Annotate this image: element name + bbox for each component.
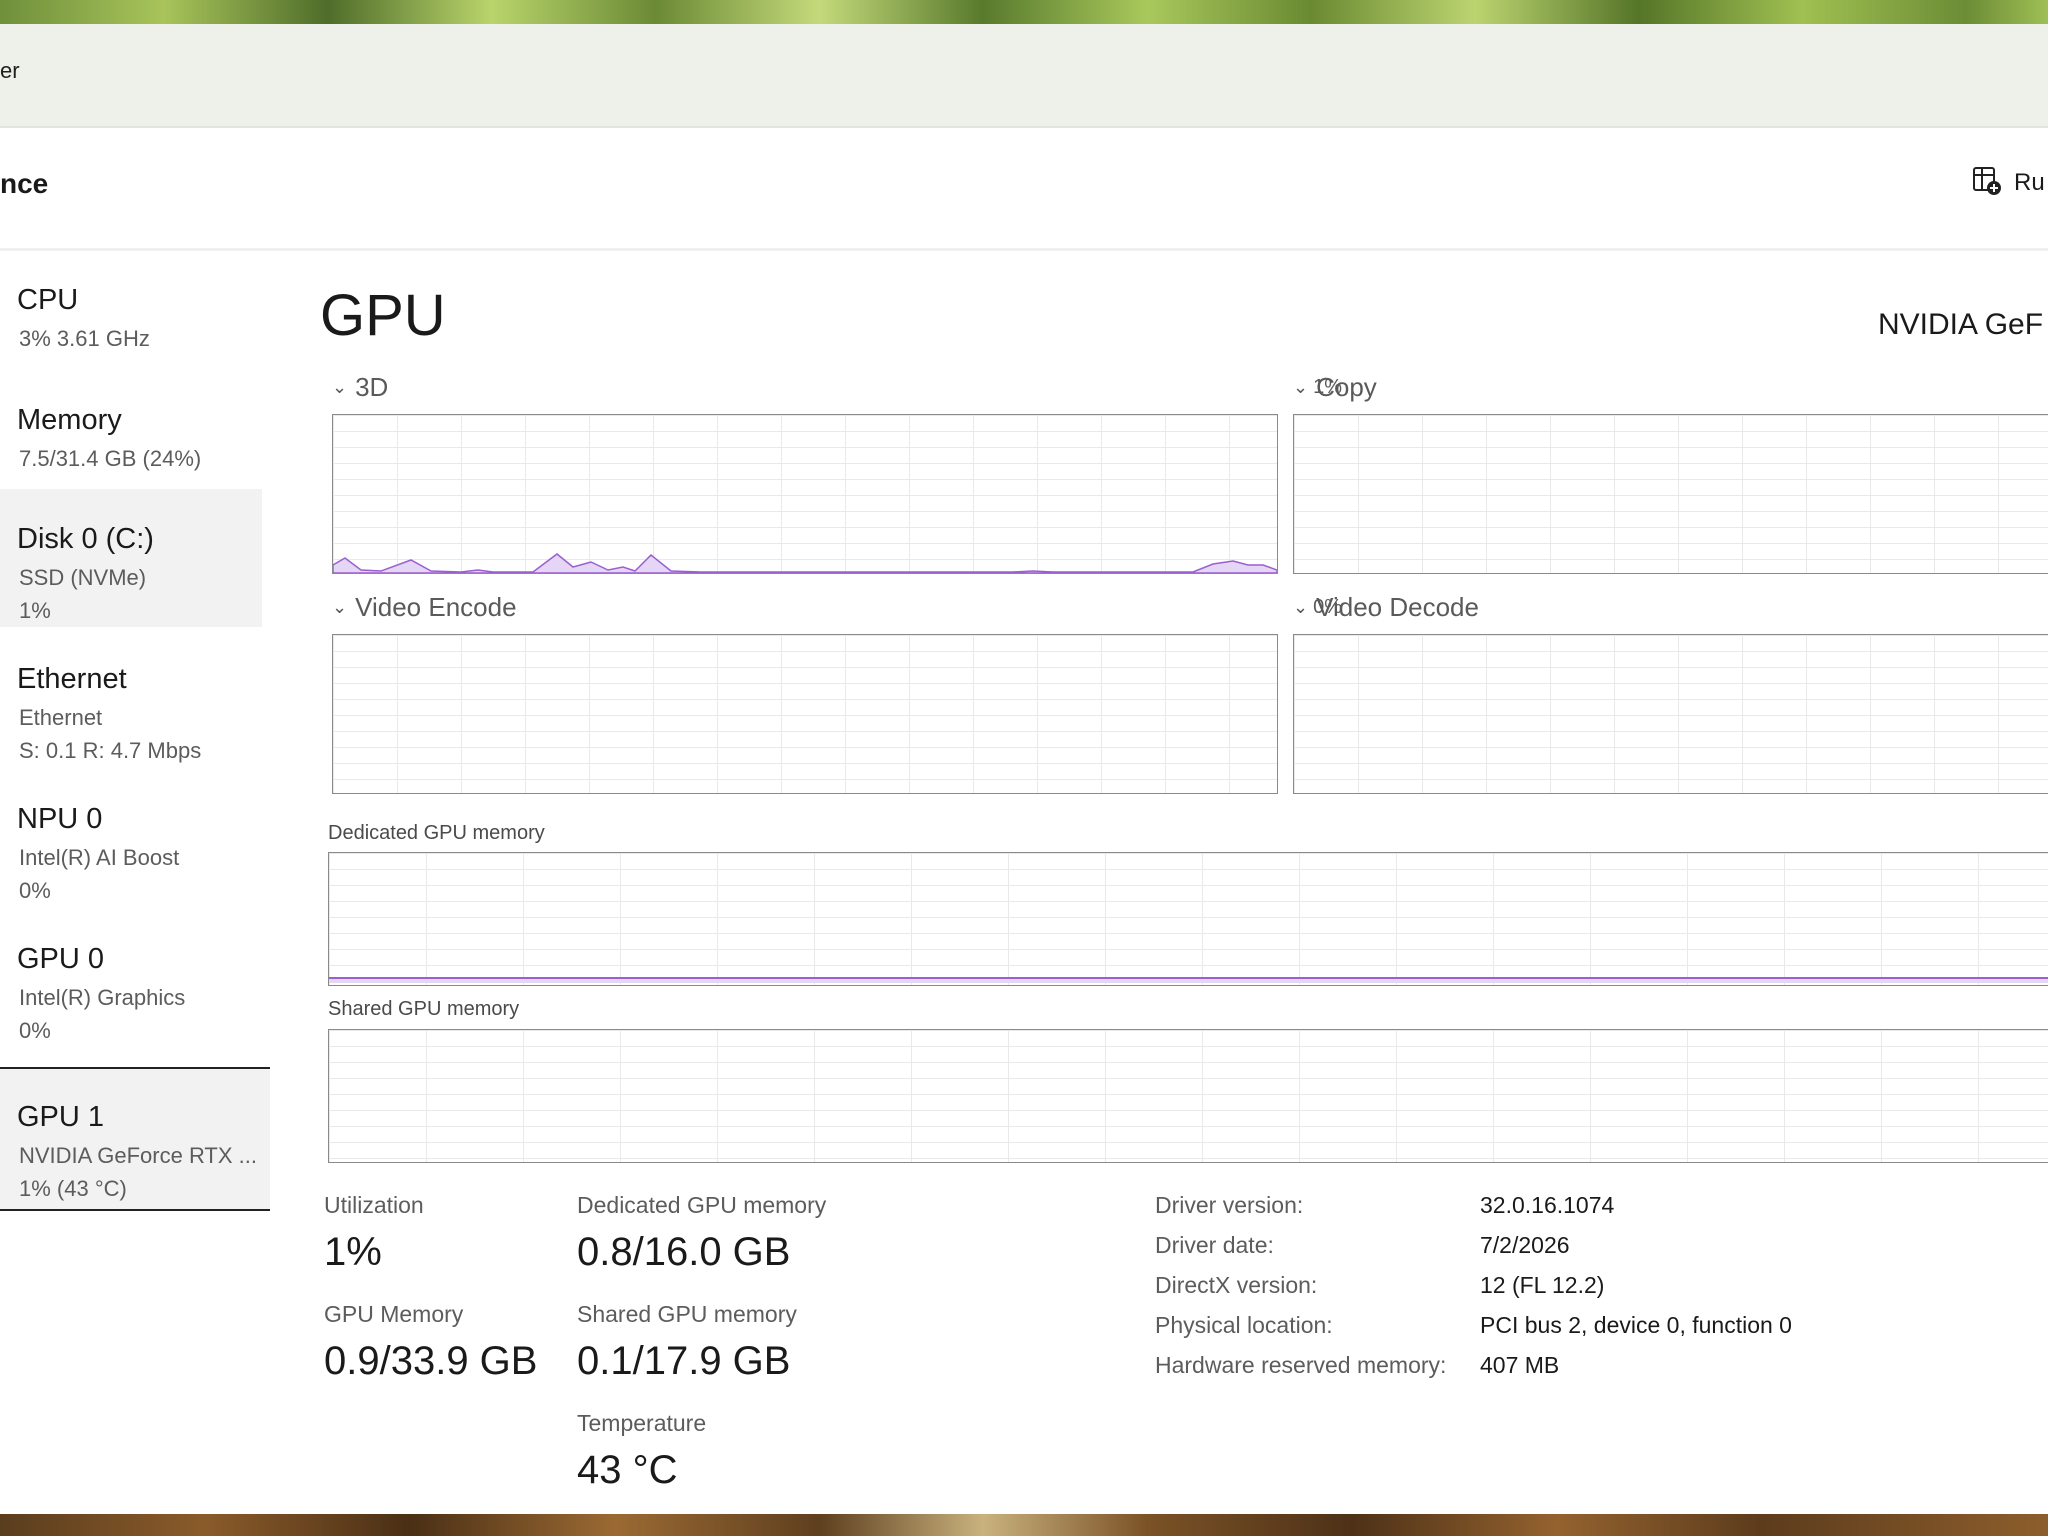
driver-date-value: 7/2/2026	[1480, 1232, 1570, 1258]
gpu-memory-label: GPU Memory	[324, 1301, 464, 1327]
sidebar-item-name: Memory	[17, 404, 122, 436]
hardware-reserved-memory-value: 407 MB	[1480, 1352, 1560, 1378]
sidebar-item-detail: SSD (NVMe)	[19, 565, 147, 590]
sidebar-item-name: GPU 0	[17, 943, 105, 975]
window-title: er	[0, 58, 20, 83]
run-task-label: Ru	[2014, 169, 2045, 196]
dedicated-memory-label: Dedicated GPU memory	[577, 1192, 827, 1218]
desktop-wallpaper-bottom	[0, 1514, 2048, 1536]
directx-version-key: DirectX version:	[1155, 1272, 1318, 1298]
run-task-icon	[1972, 165, 2004, 202]
dedicated-memory-usage-line	[329, 977, 2048, 983]
sidebar-item-detail: Intel(R) Graphics	[19, 985, 186, 1010]
sidebar-item-detail: Intel(R) AI Boost	[19, 845, 180, 870]
directx-version-value: 12 (FL 12.2)	[1480, 1272, 1605, 1298]
page-heading-gpu: GPU	[320, 283, 446, 348]
sidebar-item-name: GPU 1	[17, 1101, 105, 1133]
page-header: nce Ru	[0, 128, 2048, 251]
sidebar-item-cpu[interactable]: CPU 3% 3.61 GHz	[0, 252, 262, 364]
sidebar-item-name: Ethernet	[17, 663, 127, 695]
task-manager-window: er nce Ru CPU 3% 3.61 GHz Memory 7.5/31.…	[0, 24, 2048, 1514]
chevron-down-icon: ⌄	[332, 377, 348, 397]
graph-copy	[1293, 414, 2048, 574]
sidebar-item-gpu0[interactable]: GPU 0 Intel(R) Graphics 0%	[0, 909, 262, 1047]
sidebar-item-disk[interactable]: Disk 0 (C:) SSD (NVMe) 1%	[0, 489, 262, 627]
graph-label: 3D	[355, 372, 389, 402]
driver-version-value: 32.0.16.1074	[1480, 1192, 1615, 1218]
graph-video-decode	[1293, 634, 2048, 794]
graph-selector-video-encode[interactable]: ⌄ Video Encode	[332, 592, 517, 623]
page-title: nce	[0, 168, 49, 199]
graph-video-encode	[332, 634, 1278, 794]
utilization-value: 1%	[324, 1230, 382, 1274]
driver-version-key: Driver version:	[1155, 1192, 1304, 1218]
graph-selector-copy[interactable]: ⌄ Copy	[1293, 372, 1377, 403]
sidebar-item-npu[interactable]: NPU 0 Intel(R) AI Boost 0%	[0, 769, 262, 907]
graph-3d-area	[333, 553, 1277, 573]
gpu-detail-panel: GPU NVIDIA GeF ⌄ 3D 1% ⌄ Copy ⌄ Video En…	[300, 252, 2048, 1514]
sidebar-item-name: Disk 0 (C:)	[17, 523, 154, 555]
graph-dedicated-memory	[328, 852, 2048, 986]
hardware-reserved-memory-key: Hardware reserved memory:	[1155, 1352, 1447, 1378]
sidebar-item-detail: 3% 3.61 GHz	[19, 326, 150, 351]
shared-memory-graph-label: Shared GPU memory	[328, 998, 520, 1020]
graph-label: Copy	[1316, 372, 1377, 402]
graph-label: Video Encode	[355, 592, 517, 622]
graph-shared-memory	[328, 1029, 2048, 1163]
graph-selector-video-decode[interactable]: ⌄ Video Decode	[1293, 592, 1479, 623]
sidebar-item-usage: 1%	[19, 598, 51, 623]
sidebar-item-usage: S: 0.1 R: 4.7 Mbps	[19, 738, 202, 763]
dedicated-memory-value: 0.8/16.0 GB	[577, 1230, 791, 1274]
sidebar-item-ethernet[interactable]: Ethernet Ethernet S: 0.1 R: 4.7 Mbps	[0, 629, 262, 767]
sidebar-item-detail: 7.5/31.4 GB (24%)	[19, 446, 202, 471]
sidebar-item-detail: Ethernet	[19, 705, 103, 730]
gpu-memory-value: 0.9/33.9 GB	[324, 1339, 538, 1383]
sidebar-item-detail: NVIDIA GeForce RTX ...	[19, 1143, 257, 1168]
title-bar: er	[0, 24, 2048, 128]
temperature-value: 43 °C	[577, 1448, 678, 1492]
sidebar-item-usage: 0%	[19, 1018, 51, 1043]
desktop-wallpaper-top	[0, 0, 2048, 24]
sidebar-item-name: NPU 0	[17, 803, 103, 835]
chevron-down-icon: ⌄	[332, 597, 348, 617]
physical-location-value: PCI bus 2, device 0, function 0	[1480, 1312, 1792, 1338]
driver-date-key: Driver date:	[1155, 1232, 1274, 1258]
sidebar-item-gpu1[interactable]: GPU 1 NVIDIA GeForce RTX ... 1% (43 °C)	[0, 1067, 270, 1211]
graph-selector-3d[interactable]: ⌄ 3D	[332, 372, 388, 403]
shared-memory-value: 0.1/17.9 GB	[577, 1339, 791, 1383]
shared-memory-label: Shared GPU memory	[577, 1301, 797, 1327]
physical-location-key: Physical location:	[1155, 1312, 1333, 1338]
sidebar-item-usage: 0%	[19, 878, 51, 903]
run-new-task-button[interactable]: Ru	[1972, 160, 2048, 206]
utilization-label: Utilization	[324, 1192, 424, 1218]
gpu-model-name: NVIDIA GeF	[1878, 308, 2044, 341]
graph-3d	[332, 414, 1278, 574]
sidebar-item-memory[interactable]: Memory 7.5/31.4 GB (24%)	[0, 370, 262, 482]
graph-label: Video Decode	[1316, 592, 1479, 622]
graph-3d-plot	[333, 553, 1277, 573]
dedicated-memory-graph-label: Dedicated GPU memory	[328, 822, 545, 844]
chevron-down-icon: ⌄	[1293, 597, 1309, 617]
sidebar-item-name: CPU	[17, 284, 79, 316]
chevron-down-icon: ⌄	[1293, 377, 1309, 397]
temperature-label: Temperature	[577, 1410, 707, 1436]
sidebar-item-usage: 1% (43 °C)	[19, 1176, 127, 1201]
